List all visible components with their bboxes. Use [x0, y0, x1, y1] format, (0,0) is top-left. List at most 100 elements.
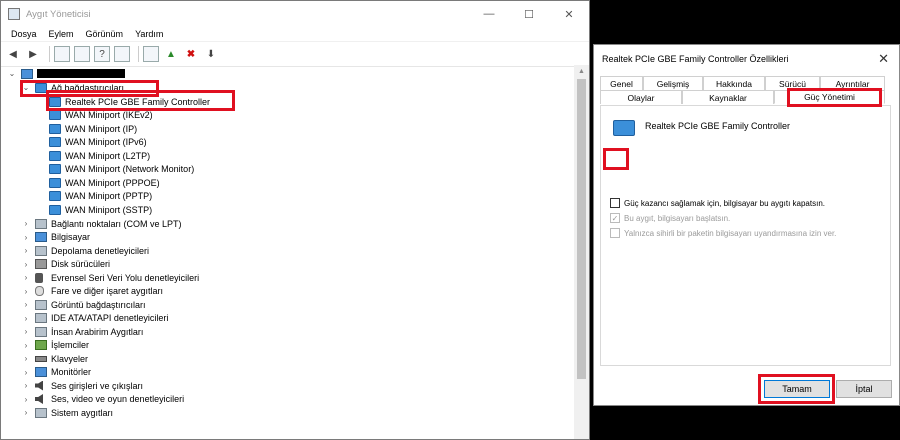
display-adapter-icon	[35, 299, 47, 310]
close-button[interactable]: ✕	[549, 1, 589, 27]
tab-hakkinda[interactable]: Hakkında	[703, 76, 765, 90]
network-adapter-item[interactable]: WAN Miniport (PPTP)	[49, 190, 152, 203]
dialog-title-bar: Realtek PCIe GBE Family Controller Özell…	[594, 45, 899, 73]
device-category[interactable]: › Evrensel Seri Veri Yolu denetleyicileri	[21, 271, 199, 284]
expand-icon[interactable]: ›	[21, 219, 31, 228]
menu-dosya[interactable]: Dosya	[5, 29, 43, 39]
scan-hardware-icon[interactable]	[143, 46, 159, 62]
network-adapter-item[interactable]: WAN Miniport (L2TP)	[49, 149, 150, 162]
device-category[interactable]: › Fare ve diğer işaret aygıtları	[21, 285, 163, 298]
device-category[interactable]: › Monitörler	[21, 366, 91, 379]
wake-computer-checkbox: ✓	[610, 213, 620, 223]
category-label: İnsan Arabirim Aygıtları	[51, 326, 144, 337]
device-category[interactable]: › Klavyeler	[21, 352, 88, 365]
expand-icon[interactable]: ›	[21, 368, 31, 377]
device-category[interactable]: › Ses, video ve oyun denetleyicileri	[21, 393, 184, 406]
update-driver-icon[interactable]: ▲	[163, 46, 179, 62]
expand-icon[interactable]: ›	[21, 314, 31, 323]
computer-icon	[35, 232, 47, 242]
menu-gorunum[interactable]: Görünüm	[80, 29, 130, 39]
adapter-label: WAN Miniport (PPTP)	[65, 191, 153, 201]
minimize-button[interactable]: —	[469, 1, 509, 27]
toolbar: ◀ ▶ ? ▲ ✖ ⬇	[1, 41, 589, 67]
network-adapter-item[interactable]: WAN Miniport (IPv6)	[49, 136, 147, 149]
enable-device-icon[interactable]: ⬇	[203, 46, 219, 62]
category-label: Bağlantı noktaları (COM ve LPT)	[51, 218, 182, 229]
computer-root-node[interactable]: ⌄	[7, 67, 125, 80]
device-category[interactable]: › Disk sürücüleri	[21, 258, 110, 271]
tab-kaynaklar[interactable]: Kaynaklar	[682, 90, 774, 104]
adapter-label: WAN Miniport (IPv6)	[65, 137, 147, 147]
expand-icon[interactable]: ›	[21, 341, 31, 350]
tab-gelismis[interactable]: Gelişmiş	[643, 76, 703, 90]
port-icon	[35, 218, 47, 229]
network-adapter-item[interactable]: WAN Miniport (SSTP)	[49, 203, 152, 216]
allow-power-off-label: Güç kazancı sağlamak için, bilgisayar bu…	[624, 198, 825, 208]
expand-icon[interactable]: ›	[21, 381, 31, 390]
device-category[interactable]: › IDE ATA/ATAPI denetleyicileri	[21, 312, 168, 325]
allow-power-off-option[interactable]: Güç kazancı sağlamak için, bilgisayar bu…	[610, 198, 825, 208]
tab-genel[interactable]: Genel	[600, 76, 643, 90]
processor-icon	[35, 340, 47, 350]
device-name: Realtek PCIe GBE Family Controller	[645, 121, 791, 131]
forward-icon[interactable]: ▶	[25, 46, 41, 62]
scroll-thumb[interactable]	[577, 79, 586, 379]
category-label: Sistem aygıtları	[51, 407, 114, 418]
tree-view-icon[interactable]	[54, 46, 70, 62]
usb-icon	[35, 272, 43, 283]
device-category[interactable]: › İşlemciler	[21, 339, 89, 352]
network-adapter-item[interactable]: WAN Miniport (PPPOE)	[49, 176, 160, 189]
network-adapter-icon	[49, 164, 61, 174]
menu-eylem[interactable]: Eylem	[43, 29, 80, 39]
expand-icon[interactable]: ›	[21, 233, 31, 242]
expand-icon[interactable]: ›	[21, 300, 31, 309]
category-label: IDE ATA/ATAPI denetleyicileri	[51, 313, 169, 323]
device-category[interactable]: › Görüntü bağdaştırıcıları	[21, 298, 146, 311]
close-icon[interactable]: ✕	[878, 51, 889, 67]
cancel-button[interactable]: İptal	[836, 380, 892, 398]
expand-icon[interactable]: ›	[21, 260, 31, 269]
view-icon[interactable]	[114, 46, 130, 62]
adapter-label: WAN Miniport (Network Monitor)	[65, 164, 195, 174]
adapter-label: WAN Miniport (L2TP)	[65, 150, 151, 161]
dialog-title: Realtek PCIe GBE Family Controller Özell…	[602, 54, 789, 64]
menu-yardim[interactable]: Yardım	[129, 29, 169, 39]
properties-icon[interactable]	[74, 46, 90, 62]
wake-computer-label: Bu aygıt, bilgisayarı başlatsın.	[624, 213, 731, 223]
device-category[interactable]: › Bilgisayar	[21, 231, 90, 244]
highlight-power-tab	[787, 88, 882, 107]
scroll-up-icon[interactable]: ▲	[574, 65, 589, 79]
help-icon[interactable]: ?	[94, 46, 110, 62]
device-category[interactable]: › Depolama denetleyicileri	[21, 244, 149, 257]
tab-olaylar[interactable]: Olaylar	[600, 90, 682, 104]
expand-icon[interactable]: ›	[21, 273, 31, 282]
network-adapter-item[interactable]: WAN Miniport (IP)	[49, 122, 137, 135]
expand-icon[interactable]: ›	[21, 327, 31, 336]
category-label: Ses, video ve oyun denetleyicileri	[51, 394, 185, 404]
device-category[interactable]: › Sistem aygıtları	[21, 406, 113, 419]
uninstall-icon[interactable]: ✖	[183, 46, 199, 62]
category-label: Fare ve diğer işaret aygıtları	[51, 286, 164, 296]
network-adapter-icon	[49, 137, 61, 147]
device-category[interactable]: › Bağlantı noktaları (COM ve LPT)	[21, 217, 182, 230]
expand-icon[interactable]: ›	[21, 354, 31, 363]
network-adapter-item[interactable]: WAN Miniport (Network Monitor)	[49, 163, 194, 176]
adapter-label: WAN Miniport (PPPOE)	[65, 177, 160, 188]
expand-icon[interactable]: ›	[21, 395, 31, 404]
category-label: İşlemciler	[51, 340, 90, 350]
expand-icon[interactable]: ›	[21, 408, 31, 417]
vertical-scrollbar[interactable]: ▲	[574, 65, 589, 439]
allow-power-off-checkbox[interactable]	[610, 198, 620, 208]
window-title: Aygıt Yöneticisi	[26, 8, 91, 20]
device-category[interactable]: › Ses girişleri ve çıkışları	[21, 379, 143, 392]
back-icon[interactable]: ◀	[5, 46, 21, 62]
expand-icon[interactable]: ›	[21, 246, 31, 255]
collapse-icon[interactable]: ⌄	[7, 69, 17, 78]
keyboard-icon	[35, 355, 47, 362]
maximize-button[interactable]: ☐	[509, 1, 549, 27]
system-device-icon	[35, 407, 47, 418]
device-category[interactable]: › İnsan Arabirim Aygıtları	[21, 325, 143, 338]
adapter-label: WAN Miniport (SSTP)	[65, 204, 153, 215]
expand-icon[interactable]: ›	[21, 287, 31, 296]
title-bar: Aygıt Yöneticisi — ☐ ✕	[1, 1, 589, 27]
